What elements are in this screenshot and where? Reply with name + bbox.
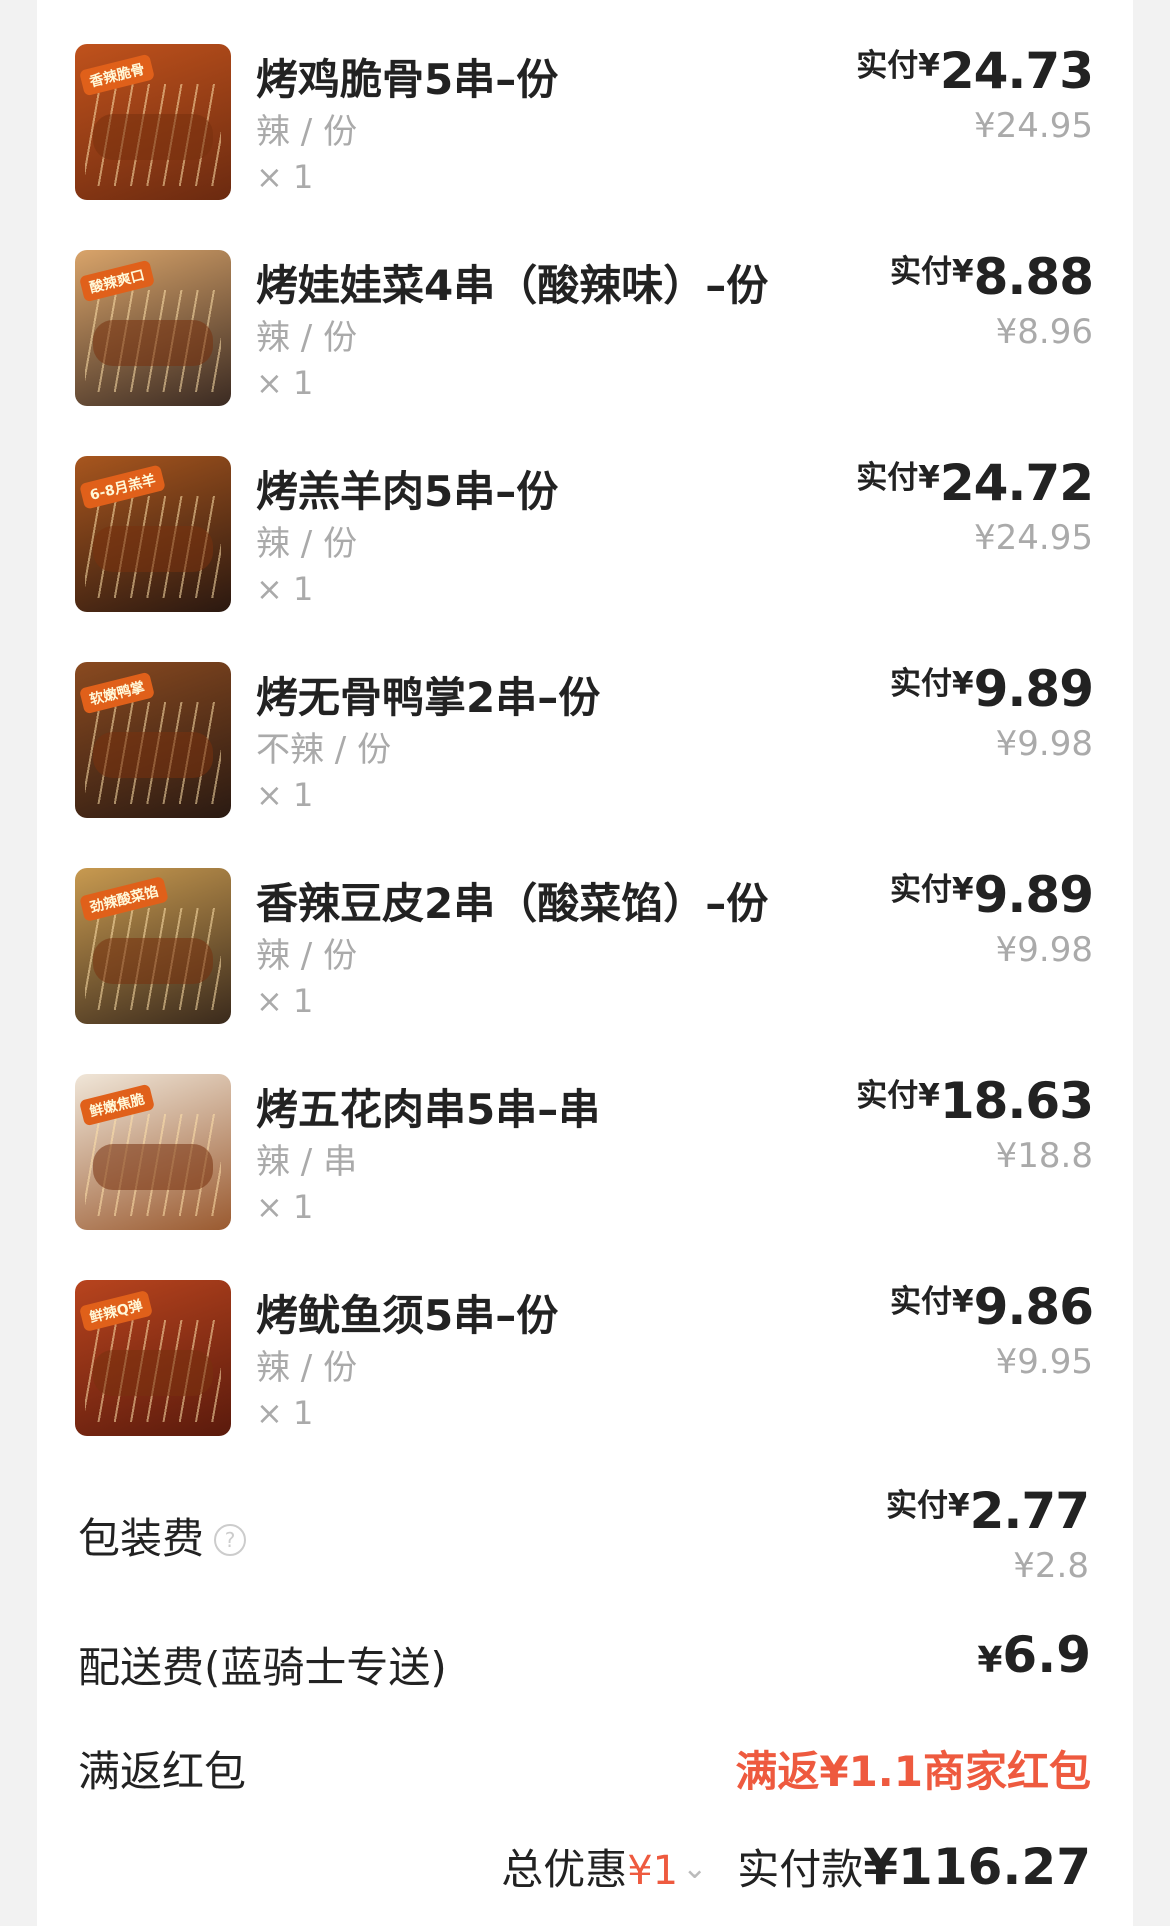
list-item[interactable]: 鲜辣Q弹 烤鱿鱼须5串–份辣 / 份 × 1 实付¥9.86 ¥9.95 xyxy=(37,1236,1133,1442)
item-name: 烤鱿鱼须5串–份 xyxy=(256,1291,559,1340)
list-item[interactable]: 鲜嫩焦脆 烤五花肉串5串–串辣 / 串 × 1 实付¥18.63 ¥18.8 xyxy=(37,1030,1133,1236)
item-original-price: ¥24.95 xyxy=(974,106,1093,146)
item-original-price: ¥9.98 xyxy=(995,930,1093,970)
item-original-price: ¥18.8 xyxy=(995,1136,1093,1176)
item-spec: 辣 / 份 xyxy=(256,318,358,358)
paid-label: 实付¥ xyxy=(856,48,940,84)
item-quantity: × 1 xyxy=(256,1188,314,1226)
item-quantity: × 1 xyxy=(256,982,314,1020)
paid-label: 实付¥ xyxy=(856,1078,940,1114)
item-name: 烤鸡脆骨5串–份 xyxy=(256,55,559,104)
item-spec: 不辣 / 份 xyxy=(256,730,392,770)
pay-total-amount: ¥116.27 xyxy=(863,1838,1091,1896)
order-summary: 总优惠¥1 ⌄ 实付款¥116.27 xyxy=(501,1836,1091,1897)
paid-amount: 24.73 xyxy=(939,42,1094,100)
paid-label: 实付¥ xyxy=(886,1488,970,1524)
food-decoration xyxy=(93,526,213,572)
food-decoration xyxy=(93,320,213,366)
food-thumbnail[interactable]: 鲜辣Q弹 xyxy=(75,1280,231,1436)
paid-amount: 2.77 xyxy=(969,1482,1090,1540)
packaging-fee-original: ¥2.8 xyxy=(1013,1546,1089,1586)
item-paid-price: 实付¥9.89 xyxy=(890,658,1094,718)
question-circle-icon[interactable]: ? xyxy=(214,1524,247,1556)
item-quantity: × 1 xyxy=(256,776,314,814)
paid-label: 实付¥ xyxy=(890,872,974,908)
total-discount-label[interactable]: 总优惠 xyxy=(501,1845,627,1894)
paid-amount: 9.86 xyxy=(973,1278,1094,1336)
list-item[interactable]: 劲辣酸菜馅 香辣豆皮2串（酸菜馅）–份辣 / 份 × 1 实付¥9.89 ¥9.98 xyxy=(37,824,1133,1030)
food-decoration xyxy=(93,1350,213,1396)
paid-amount: 9.89 xyxy=(973,866,1094,924)
item-name: 烤娃娃菜4串（酸辣味）–份 xyxy=(256,261,769,310)
paid-amount: 9.89 xyxy=(973,660,1094,718)
item-name: 香辣豆皮2串（酸菜馅）–份 xyxy=(256,879,769,928)
item-name: 烤羔羊肉5串–份 xyxy=(256,467,559,516)
paid-label: 实付¥ xyxy=(890,666,974,702)
packaging-fee-paid: 实付¥2.77 xyxy=(886,1480,1090,1540)
food-thumbnail[interactable]: 酸辣爽口 xyxy=(75,250,231,406)
food-thumbnail[interactable]: 6-8月羔羊 xyxy=(75,456,231,612)
item-original-price: ¥9.98 xyxy=(995,724,1093,764)
item-paid-price: 实付¥9.86 xyxy=(890,1276,1094,1336)
packaging-fee-label: 包装费 xyxy=(78,1514,205,1563)
item-paid-price: 实付¥9.89 xyxy=(890,864,1094,924)
paid-amount: 18.63 xyxy=(939,1072,1094,1130)
delivery-fee-amount: ¥6.9 xyxy=(977,1626,1091,1684)
paid-amount: 24.72 xyxy=(939,454,1094,512)
food-decoration xyxy=(93,1144,213,1190)
food-decoration xyxy=(93,114,213,160)
item-spec: 辣 / 份 xyxy=(256,936,358,976)
item-original-price: ¥9.95 xyxy=(995,1342,1093,1382)
pay-total-label: 实付款 xyxy=(737,1845,864,1894)
list-item[interactable]: 软嫩鸭掌 烤无骨鸭掌2串–份不辣 / 份 × 1 实付¥9.89 ¥9.98 xyxy=(37,618,1133,824)
item-original-price: ¥24.95 xyxy=(974,518,1093,558)
order-detail-card: 香辣脆骨 烤鸡脆骨5串–份辣 / 份 × 1 实付¥24.73 ¥24.95 酸辣爽口 烤娃… xyxy=(37,0,1133,1926)
item-spec: 辣 / 份 xyxy=(256,524,358,564)
item-spec: 辣 / 份 xyxy=(256,1348,358,1388)
item-quantity: × 1 xyxy=(256,158,314,196)
food-thumbnail[interactable]: 劲辣酸菜馅 xyxy=(75,868,231,1024)
rebate-value: 满返¥1.1商家红包 xyxy=(735,1747,1091,1796)
item-paid-price: 实付¥18.63 xyxy=(856,1070,1094,1130)
paid-amount: 8.88 xyxy=(973,248,1094,306)
food-thumbnail[interactable]: 鲜嫩焦脆 xyxy=(75,1074,231,1230)
food-thumbnail[interactable]: 软嫩鸭掌 xyxy=(75,662,231,818)
item-quantity: × 1 xyxy=(256,1394,314,1432)
item-quantity: × 1 xyxy=(256,570,314,608)
item-original-price: ¥8.96 xyxy=(995,312,1093,352)
food-decoration xyxy=(93,938,213,984)
item-paid-price: 实付¥24.72 xyxy=(856,452,1094,512)
item-name: 烤无骨鸭掌2串–份 xyxy=(256,673,601,722)
food-thumbnail[interactable]: 香辣脆骨 xyxy=(75,44,231,200)
delivery-fee-label: 配送费(蓝骑士专送) xyxy=(78,1643,447,1692)
paid-label: 实付¥ xyxy=(890,1284,974,1320)
item-quantity: × 1 xyxy=(256,364,314,402)
delivery-fee-value: 6.9 xyxy=(1002,1626,1091,1684)
delivery-fee-currency: ¥ xyxy=(977,1640,1003,1681)
chevron-down-icon[interactable]: ⌄ xyxy=(682,1851,707,1886)
total-discount-amount[interactable]: ¥1 xyxy=(627,1848,678,1894)
food-decoration xyxy=(93,732,213,778)
paid-label: 实付¥ xyxy=(890,254,974,290)
item-paid-price: 实付¥8.88 xyxy=(890,246,1094,306)
list-item[interactable]: 酸辣爽口 烤娃娃菜4串（酸辣味）–份辣 / 份 × 1 实付¥8.88 ¥8.96 xyxy=(37,206,1133,412)
list-item[interactable]: 香辣脆骨 烤鸡脆骨5串–份辣 / 份 × 1 实付¥24.73 ¥24.95 xyxy=(37,0,1133,206)
item-spec: 辣 / 份 xyxy=(256,112,358,152)
item-name: 烤五花肉串5串–串 xyxy=(256,1085,601,1134)
rebate-label: 满返红包 xyxy=(78,1747,247,1796)
item-spec: 辣 / 串 xyxy=(256,1142,358,1182)
list-item[interactable]: 6-8月羔羊 烤羔羊肉5串–份辣 / 份 × 1 实付¥24.72 ¥24.95 xyxy=(37,412,1133,618)
item-paid-price: 实付¥24.73 xyxy=(856,40,1094,100)
paid-label: 实付¥ xyxy=(856,460,940,496)
packaging-fee-row: 包装费? xyxy=(78,1505,247,1566)
